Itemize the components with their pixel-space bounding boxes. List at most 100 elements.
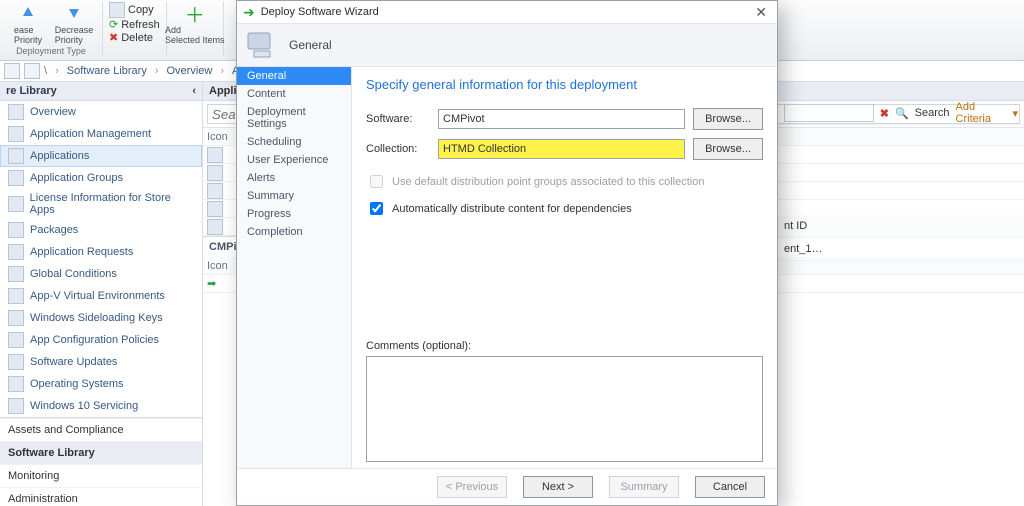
wizard-step[interactable]: Deployment Settings [237, 103, 351, 133]
wizard-step: General [237, 67, 351, 85]
wunderbar-item[interactable]: Assets and Compliance [0, 418, 202, 441]
decrease-priority-button[interactable]: Decrease Priority [52, 2, 96, 45]
close-button[interactable]: ✕ [751, 4, 771, 21]
folder-icon [8, 354, 24, 370]
app-icon [207, 201, 223, 217]
browse-collection-button[interactable]: Browse... [693, 138, 763, 160]
folder-icon [8, 126, 24, 142]
summary-button: Summary [609, 476, 679, 498]
folder-icon [8, 310, 24, 326]
default-dp-checkbox-row: Use default distribution point groups as… [366, 172, 763, 191]
nav-item[interactable]: App-V Virtual Environments [0, 285, 202, 307]
nav-item[interactable]: App Configuration Policies [0, 329, 202, 351]
nav-item[interactable]: Packages [0, 219, 202, 241]
wizard-page-general: Specify general information for this dep… [352, 67, 777, 468]
chevron-down-icon[interactable]: ‹ [192, 85, 196, 97]
wizard-step[interactable]: Summary [237, 187, 351, 205]
default-dp-checkbox [370, 175, 383, 188]
forward-icon[interactable] [24, 63, 40, 79]
nav-item[interactable]: Application Requests [0, 241, 202, 263]
banner-label: General [289, 38, 332, 52]
wizard-step[interactable]: Content [237, 85, 351, 103]
search-label: Search [915, 107, 950, 119]
nav-item[interactable]: Operating Systems [0, 373, 202, 395]
crumb-item[interactable]: Software Library [67, 65, 147, 77]
comments-label: Comments (optional): [366, 340, 763, 352]
software-field[interactable]: CMPivot [438, 109, 685, 129]
right-panel: ✖ 🔍 Search Add Criteria▾ nt ID ent_1… [777, 78, 1024, 498]
folder-icon [8, 376, 24, 392]
nav-item[interactable]: Application Management [0, 123, 202, 145]
navigation-tree: re Library‹ OverviewApplication Manageme… [0, 82, 203, 506]
refresh-button[interactable]: ⟳Refresh [109, 18, 160, 31]
increase-priority-button[interactable]: ease Priority [6, 2, 50, 45]
nav-item[interactable]: Windows 10 Servicing [0, 395, 202, 417]
page-title: Specify general information for this dep… [366, 77, 763, 92]
next-button[interactable]: Next > [523, 476, 593, 498]
app-icon [207, 165, 223, 181]
add-selected-button[interactable]: ＋ Add Selected Items [173, 2, 217, 45]
folder-icon [8, 266, 24, 282]
nav-item[interactable]: Software Updates [0, 351, 202, 373]
wizard-step[interactable]: Alerts [237, 169, 351, 187]
nav-item[interactable]: Application Groups [0, 167, 202, 189]
auto-distribute-checkbox[interactable] [370, 202, 383, 215]
delete-button[interactable]: ✖Delete [109, 31, 160, 44]
wizard-footer: < Previous Next > Summary Cancel [237, 468, 777, 505]
ribbon-group-add: ＋ Add Selected Items [167, 2, 224, 56]
wizard-step[interactable]: Progress [237, 205, 351, 223]
wunderbar-item[interactable]: Administration [0, 487, 202, 506]
wunderbar-item[interactable]: Monitoring [0, 464, 202, 487]
folder-icon [8, 398, 24, 414]
wizard-titlebar: ➜ Deploy Software Wizard ✕ [237, 1, 777, 23]
ribbon-group-deployment-type: ease Priority Decrease Priority Deployme… [0, 2, 103, 56]
software-label: Software: [366, 113, 438, 125]
wizard-step[interactable]: User Experience [237, 151, 351, 169]
app-icon [207, 183, 223, 199]
nav-item[interactable]: Applications [0, 145, 202, 167]
cancel-button[interactable]: Cancel [695, 476, 765, 498]
wizard-banner: General [237, 23, 777, 67]
col-id: nt ID [784, 220, 807, 232]
search-box[interactable] [784, 104, 874, 122]
computer-icon [245, 28, 279, 62]
wizard-title-text: Deploy Software Wizard [261, 6, 379, 18]
folder-icon [8, 222, 24, 238]
wizard-step[interactable]: Completion [237, 223, 351, 241]
copy-icon [109, 2, 125, 18]
nav-item[interactable]: Global Conditions [0, 263, 202, 285]
wizard-steps: GeneralContentDeployment SettingsSchedul… [237, 67, 352, 468]
nav-item[interactable]: License Information for Store Apps [0, 189, 202, 219]
nav-item[interactable]: Overview [0, 101, 202, 123]
back-icon[interactable] [4, 63, 20, 79]
folder-icon [8, 332, 24, 348]
folder-icon [8, 244, 24, 260]
folder-icon [8, 170, 24, 186]
wizard-step[interactable]: Scheduling [237, 133, 351, 151]
nav-item[interactable]: Windows Sideloading Keys [0, 307, 202, 329]
wunderbar-item[interactable]: Software Library [0, 441, 202, 464]
folder-icon [8, 104, 24, 120]
arrow-icon: ➡ [207, 278, 216, 290]
nav-header: re Library‹ [0, 82, 202, 101]
crumb-item[interactable]: Overview [167, 65, 213, 77]
app-icon [207, 219, 223, 235]
comments-textarea[interactable] [366, 356, 763, 462]
label: ease Priority [14, 25, 42, 45]
folder-icon [8, 148, 24, 164]
browse-software-button[interactable]: Browse... [693, 108, 763, 130]
label: Decrease Priority [55, 25, 94, 45]
folder-icon [8, 196, 24, 212]
ribbon-group-label: Deployment Type [16, 46, 86, 56]
previous-button: < Previous [437, 476, 507, 498]
add-icon: ＋ [185, 0, 205, 28]
collection-field[interactable]: HTMD Collection [438, 139, 685, 159]
delete-icon: ✖ [109, 31, 118, 44]
add-criteria-link[interactable]: Add Criteria [956, 101, 1007, 125]
clear-icon[interactable]: ✖ [880, 107, 889, 120]
auto-distribute-checkbox-row[interactable]: Automatically distribute content for dep… [366, 199, 763, 218]
row-id: ent_1… [784, 243, 823, 255]
copy-button[interactable]: Copy [109, 2, 160, 18]
search-icon[interactable]: 🔍 [895, 107, 909, 120]
folder-icon [8, 288, 24, 304]
